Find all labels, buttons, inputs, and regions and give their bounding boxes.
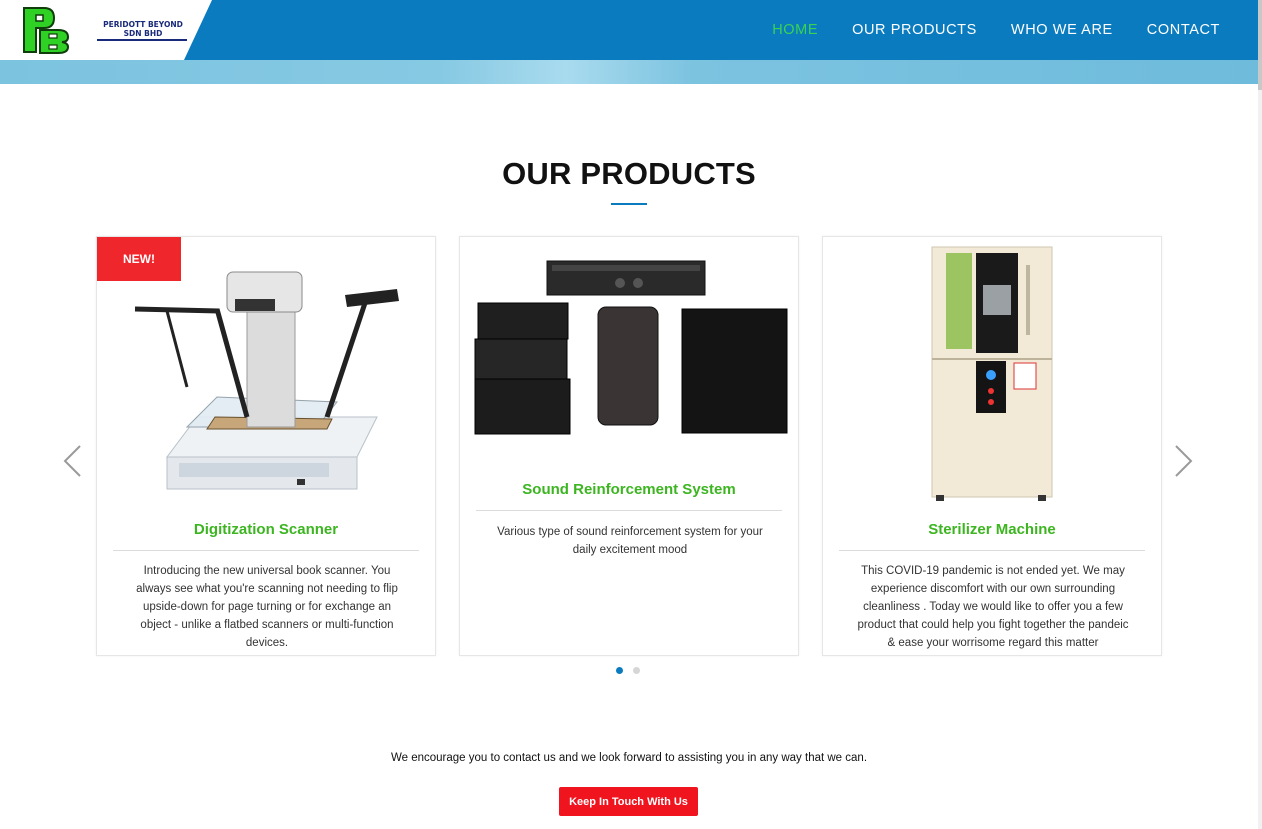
carousel-dot-1[interactable] bbox=[616, 667, 623, 674]
company-name-line1: PERIDOTT BEYOND bbox=[103, 20, 183, 29]
nav-home[interactable]: HOME bbox=[772, 22, 818, 38]
nav-contact[interactable]: CONTACT bbox=[1147, 22, 1220, 38]
chevron-left-icon bbox=[63, 445, 81, 477]
page-scrollbar[interactable] bbox=[1258, 0, 1262, 829]
contact-encouragement-text: We encourage you to contact us and we lo… bbox=[390, 752, 868, 764]
card-title[interactable]: Sterilizer Machine bbox=[823, 521, 1161, 538]
logo-underline bbox=[97, 39, 187, 41]
keep-in-touch-button[interactable]: Keep In Touch With Us bbox=[559, 787, 698, 816]
pb-logo-icon bbox=[23, 7, 70, 54]
nav-our-products[interactable]: OUR PRODUCTS bbox=[852, 22, 977, 38]
company-logo[interactable]: PERIDOTT BEYOND SDN BHD bbox=[22, 6, 187, 54]
sound-system-image bbox=[474, 260, 788, 435]
card-description: Introducing the new universal book scann… bbox=[136, 565, 398, 649]
card-title[interactable]: Sound Reinforcement System bbox=[460, 481, 798, 498]
book-scanner-image bbox=[134, 271, 399, 490]
carousel-prev-button[interactable] bbox=[60, 444, 84, 478]
section-title: OUR PRODUCTS bbox=[502, 156, 756, 191]
card-divider bbox=[476, 510, 782, 511]
product-card-digitization-scanner[interactable]: NEW! Digitization Scanner Introducing th… bbox=[96, 236, 436, 656]
header-banner-strip bbox=[0, 60, 1258, 84]
company-name-line2: SDN BHD bbox=[123, 29, 163, 38]
main-nav: HOME OUR PRODUCTS WHO WE ARE CONTACT bbox=[772, 22, 1220, 38]
product-card-sterilizer-machine[interactable]: Sterilizer Machine This COVID-19 pandemi… bbox=[822, 236, 1162, 656]
chevron-right-icon bbox=[1175, 445, 1193, 477]
title-underline bbox=[611, 203, 647, 205]
card-title[interactable]: Digitization Scanner bbox=[97, 521, 435, 538]
carousel-pagination bbox=[616, 667, 640, 674]
sterilizer-machine-image bbox=[931, 246, 1053, 501]
product-card-sound-reinforcement[interactable]: Sound Reinforcement System Various type … bbox=[459, 236, 799, 656]
card-description: Various type of sound reinforcement syst… bbox=[497, 526, 763, 556]
carousel-dot-2[interactable] bbox=[633, 667, 640, 674]
logo-text: PERIDOTT BEYOND SDN BHD bbox=[99, 20, 187, 38]
carousel-next-button[interactable] bbox=[1172, 444, 1196, 478]
site-header: PERIDOTT BEYOND SDN BHD HOME OUR PRODUCT… bbox=[0, 0, 1258, 84]
card-divider bbox=[113, 550, 419, 551]
card-divider bbox=[839, 550, 1145, 551]
card-description: This COVID-19 pandemic is not ended yet.… bbox=[857, 565, 1129, 649]
nav-who-we-are[interactable]: WHO WE ARE bbox=[1011, 22, 1113, 38]
